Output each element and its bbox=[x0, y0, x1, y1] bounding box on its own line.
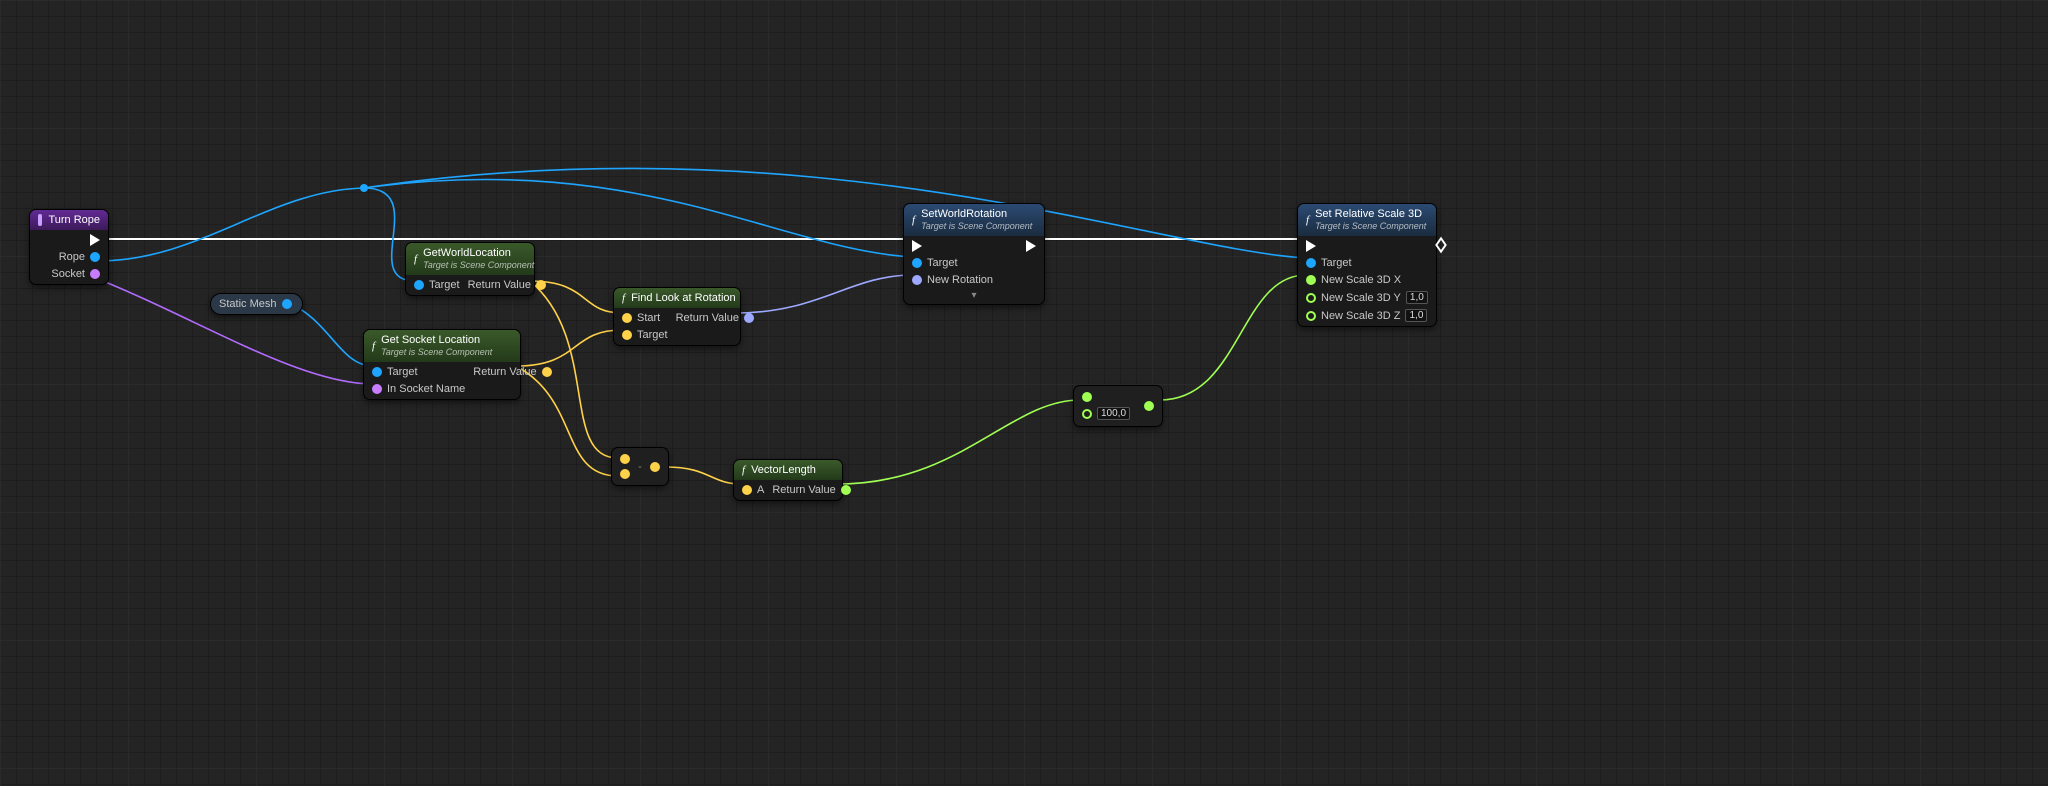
pin-label: A bbox=[757, 484, 764, 496]
exec-in-pin[interactable] bbox=[1306, 240, 1316, 252]
input-pin-target[interactable] bbox=[414, 280, 424, 290]
node-title: Set Relative Scale 3D bbox=[1315, 208, 1422, 220]
node-title: GetWorldLocation bbox=[423, 247, 511, 259]
pin-label: Target bbox=[927, 257, 958, 269]
output-pin-socket[interactable] bbox=[90, 269, 100, 279]
pin-label: Socket bbox=[51, 268, 85, 280]
pin-label: New Scale 3D Y bbox=[1321, 292, 1401, 304]
pin-label: Target bbox=[637, 329, 668, 341]
pin-label: Target bbox=[387, 366, 418, 378]
node-subtitle: Target is Scene Component bbox=[381, 347, 492, 357]
node-float-divide[interactable]: 100,0 bbox=[1074, 386, 1162, 426]
exec-out-pin[interactable] bbox=[1435, 237, 1447, 254]
node-turn-rope[interactable]: Turn Rope Rope Socket bbox=[30, 210, 108, 284]
node-set-world-rotation[interactable]: f SetWorldRotationTarget is Scene Compon… bbox=[904, 204, 1044, 304]
output-pin-return[interactable] bbox=[542, 367, 552, 377]
expand-chevron-icon[interactable]: ▾ bbox=[904, 290, 1044, 304]
node-title: Turn Rope bbox=[48, 214, 100, 226]
variable-static-mesh[interactable]: Static Mesh bbox=[210, 293, 303, 315]
input-pin-scale-z[interactable] bbox=[1306, 311, 1316, 321]
input-pin-target[interactable] bbox=[372, 367, 382, 377]
node-subtitle: Target is Scene Component bbox=[423, 260, 534, 270]
node-vector-length[interactable]: f VectorLength A Return Value bbox=[734, 460, 842, 500]
function-icon: f bbox=[742, 464, 745, 476]
output-pin[interactable] bbox=[650, 462, 660, 472]
function-icon: f bbox=[372, 340, 375, 352]
node-subtitle: Target is Scene Component bbox=[921, 221, 1032, 231]
node-vector-subtract[interactable]: - bbox=[612, 448, 668, 485]
pin-label: Target bbox=[429, 279, 460, 291]
input-pin-target[interactable] bbox=[1306, 258, 1316, 268]
input-pin-target[interactable] bbox=[912, 258, 922, 268]
node-title: Get Socket Location bbox=[381, 334, 480, 346]
output-pin-return[interactable] bbox=[744, 313, 754, 323]
exec-in-pin[interactable] bbox=[912, 240, 922, 252]
function-icon: f bbox=[622, 292, 625, 304]
input-pin-a[interactable] bbox=[742, 485, 752, 495]
pin-label: Return Value bbox=[772, 484, 835, 496]
variable-label: Static Mesh bbox=[219, 298, 276, 310]
blueprint-grid[interactable] bbox=[0, 0, 2048, 786]
output-pin[interactable] bbox=[282, 299, 292, 309]
scale-y-value[interactable]: 1,0 bbox=[1406, 291, 1428, 304]
input-pin-target[interactable] bbox=[622, 330, 632, 340]
node-title: VectorLength bbox=[751, 464, 816, 476]
function-icon: f bbox=[414, 253, 417, 265]
pin-label: Return Value bbox=[676, 312, 739, 324]
input-pin-scale-x[interactable] bbox=[1306, 275, 1316, 285]
pin-label: In Socket Name bbox=[387, 383, 465, 395]
function-icon: f bbox=[912, 214, 915, 226]
output-pin-return[interactable] bbox=[536, 280, 546, 290]
pin-label: New Scale 3D X bbox=[1321, 274, 1401, 286]
exec-out-pin[interactable] bbox=[1026, 240, 1036, 252]
pin-label: Rope bbox=[59, 251, 85, 263]
divisor-value[interactable]: 100,0 bbox=[1097, 407, 1130, 420]
pin-label: New Scale 3D Z bbox=[1321, 310, 1400, 322]
pin-label: Start bbox=[637, 312, 660, 324]
scale-z-value[interactable]: 1,0 bbox=[1405, 309, 1427, 322]
node-find-look-at-rotation[interactable]: f Find Look at Rotation Start Target Retu… bbox=[614, 288, 740, 345]
input-pin-start[interactable] bbox=[622, 313, 632, 323]
input-pin-socket-name[interactable] bbox=[372, 384, 382, 394]
node-get-world-location[interactable]: f GetWorldLocationTarget is Scene Compon… bbox=[406, 243, 534, 295]
input-pin-new-rotation[interactable] bbox=[912, 275, 922, 285]
node-get-socket-location[interactable]: f Get Socket LocationTarget is Scene Com… bbox=[364, 330, 520, 399]
node-set-relative-scale-3d[interactable]: f Set Relative Scale 3DTarget is Scene C… bbox=[1298, 204, 1436, 326]
function-entry-icon bbox=[38, 214, 42, 226]
output-pin-return[interactable] bbox=[841, 485, 851, 495]
exec-out-pin[interactable] bbox=[90, 234, 100, 246]
pin-label: New Rotation bbox=[927, 274, 993, 286]
input-pin-scale-y[interactable] bbox=[1306, 293, 1316, 303]
function-icon: f bbox=[1306, 214, 1309, 226]
node-title: SetWorldRotation bbox=[921, 208, 1007, 220]
output-pin-rope[interactable] bbox=[90, 252, 100, 262]
input-pin-b[interactable] bbox=[620, 469, 630, 479]
output-pin[interactable] bbox=[1144, 401, 1154, 411]
node-subtitle: Target is Scene Component bbox=[1315, 221, 1426, 231]
input-pin-a[interactable] bbox=[620, 454, 630, 464]
input-pin-b[interactable] bbox=[1082, 409, 1092, 419]
pin-label: Return Value bbox=[473, 366, 536, 378]
node-title: Find Look at Rotation bbox=[631, 292, 736, 304]
input-pin-a[interactable] bbox=[1082, 392, 1092, 402]
pin-label: Target bbox=[1321, 257, 1352, 269]
pin-label: Return Value bbox=[468, 279, 531, 291]
operator-label: - bbox=[638, 461, 642, 473]
